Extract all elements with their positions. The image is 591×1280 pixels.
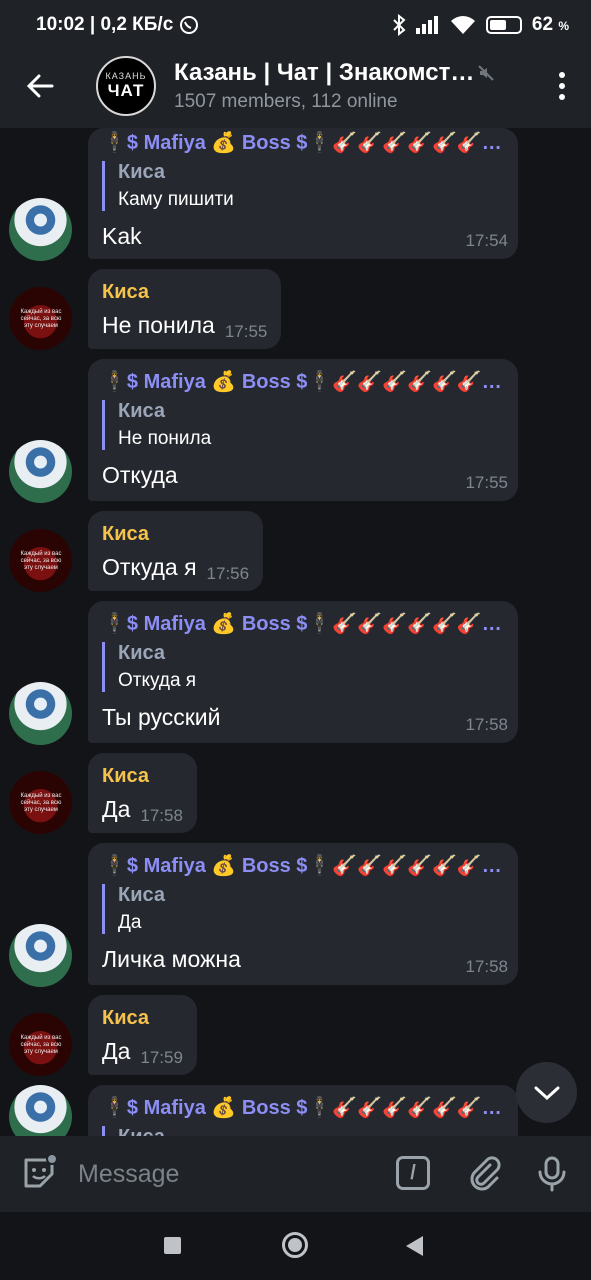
message-bubble[interactable]: 🕴$ Mafiya 💰 Boss $🕴🎸🎸🎸🎸🎸🎸… Киса: [88, 1085, 518, 1136]
sender-name[interactable]: 🕴$ Mafiya 💰 Boss $🕴🎸🎸🎸🎸🎸🎸…: [102, 1095, 504, 1120]
composer: /: [0, 1136, 591, 1212]
system-nav-bar: [0, 1212, 591, 1280]
avatar[interactable]: [9, 440, 72, 503]
avatar[interactable]: Каждый из вас сейчас, за всю эту случаем: [9, 529, 72, 592]
message-time: 17:55: [465, 473, 508, 492]
signal-icon: [415, 16, 438, 34]
avatar[interactable]: [9, 924, 72, 987]
avatar[interactable]: Каждый из вас сейчас, за всю эту случаем: [9, 771, 72, 834]
message-input[interactable]: [78, 1158, 378, 1190]
reply-quote[interactable]: Киса: [102, 1126, 504, 1136]
chevron-down-icon[interactable]: [534, 1085, 560, 1101]
sender-name[interactable]: Киса: [102, 765, 183, 788]
message-bubble[interactable]: 🕴$ Mafiya 💰 Boss $🕴🎸🎸🎸🎸🎸🎸… Киса Каму пиш…: [88, 128, 518, 259]
message-bubble[interactable]: 🕴$ Mafiya 💰 Boss $🕴🎸🎸🎸🎸🎸🎸… Киса Да Личка…: [88, 843, 518, 985]
sticker-badge: [46, 1153, 58, 1165]
chat-subtitle: 1507 members, 112 online: [174, 91, 398, 112]
message-text: Да: [102, 796, 131, 822]
message-text: Откуда: [102, 462, 178, 488]
message-time: 17:54: [465, 231, 508, 250]
message-bubble[interactable]: Киса Да 17:59: [88, 995, 197, 1075]
reply-quote[interactable]: Киса Каму пишити: [102, 161, 504, 211]
avatar[interactable]: Каждый из вас сейчас, за всю эту случаем: [9, 287, 72, 350]
sender-name[interactable]: 🕴$ Mafiya 💰 Boss $🕴🎸🎸🎸🎸🎸🎸…: [102, 130, 504, 155]
sender-name[interactable]: Киса: [102, 523, 249, 546]
attach-button[interactable]: [468, 1156, 502, 1197]
back-button[interactable]: [0, 44, 80, 128]
avatar[interactable]: [9, 198, 72, 261]
avatar[interactable]: [9, 682, 72, 745]
status-time: 10:02 | 0,2 КБ/с: [36, 14, 174, 35]
battery-icon: [485, 16, 522, 34]
status-bar: 10:02 | 0,2 КБ/с 62 %: [0, 0, 591, 50]
system-back-button[interactable]: [406, 1236, 423, 1256]
recents-button[interactable]: [164, 1237, 181, 1254]
viber-icon: [180, 16, 199, 34]
chat-avatar[interactable]: КАЗАНЬ ЧАТ: [96, 56, 156, 116]
home-button[interactable]: [282, 1232, 308, 1258]
message-time: 17:56: [206, 564, 250, 583]
reply-quote[interactable]: Киса Не понила: [102, 400, 504, 450]
mic-button[interactable]: [537, 1156, 567, 1197]
more-vertical-icon[interactable]: [559, 72, 565, 100]
mic-icon[interactable]: [537, 1156, 567, 1192]
wifi-icon: [450, 16, 475, 34]
mute-icon: [478, 65, 495, 81]
message-text: Kak: [102, 223, 142, 249]
attach-icon[interactable]: [468, 1156, 502, 1192]
message-list[interactable]: 🕴$ Mafiya 💰 Boss $🕴🎸🎸🎸🎸🎸🎸… Киса Каму пиш…: [0, 128, 591, 1136]
back-arrow-icon[interactable]: [26, 74, 54, 98]
avatar[interactable]: Каждый из вас сейчас, за всю эту случаем: [9, 1013, 72, 1076]
sender-name[interactable]: 🕴$ Mafiya 💰 Boss $🕴🎸🎸🎸🎸🎸🎸…: [102, 611, 504, 636]
chat-header: КАЗАНЬ ЧАТ Казань | Чат | Знакомст… 1507…: [0, 44, 591, 128]
battery-percent: 62 %: [531, 14, 569, 35]
sender-name[interactable]: Киса: [102, 281, 267, 304]
sender-name[interactable]: 🕴$ Mafiya 💰 Boss $🕴🎸🎸🎸🎸🎸🎸…: [102, 853, 504, 878]
message-time: 17:55: [224, 322, 268, 341]
message-text: Да: [102, 1038, 131, 1064]
avatar[interactable]: [9, 1085, 72, 1136]
message-bubble[interactable]: Киса Не понила 17:55: [88, 269, 282, 349]
sender-name[interactable]: 🕴$ Mafiya 💰 Boss $🕴🎸🎸🎸🎸🎸🎸…: [102, 369, 504, 394]
sender-name[interactable]: Киса: [102, 1007, 183, 1030]
message-text: Личка можна: [102, 946, 241, 972]
message-text: Ты русский: [102, 704, 221, 730]
reply-quote[interactable]: Киса Да: [102, 884, 504, 934]
message-text: Не понила: [102, 312, 215, 338]
scroll-down-button[interactable]: [516, 1062, 577, 1123]
bot-commands-button[interactable]: /: [396, 1156, 430, 1190]
bluetooth-icon: [393, 14, 406, 36]
chat-title: Казань | Чат | Знакомст…: [174, 59, 475, 86]
message-time: 17:58: [465, 715, 508, 734]
message-bubble[interactable]: Киса Да 17:58: [88, 753, 197, 833]
message-time: 17:58: [140, 806, 183, 825]
reply-quote[interactable]: Киса Откуда я: [102, 642, 504, 692]
message-time: 17:58: [465, 957, 508, 976]
message-text: Откуда я: [102, 554, 197, 580]
message-bubble[interactable]: Киса Откуда я 17:56: [88, 511, 264, 591]
message-bubble[interactable]: 🕴$ Mafiya 💰 Boss $🕴🎸🎸🎸🎸🎸🎸… Киса Не понил…: [88, 359, 518, 501]
message-bubble[interactable]: 🕴$ Mafiya 💰 Boss $🕴🎸🎸🎸🎸🎸🎸… Киса Откуда я…: [88, 601, 518, 743]
message-time: 17:59: [140, 1048, 183, 1067]
chat-info[interactable]: Казань | Чат | Знакомст… 1507 members, 1…: [174, 59, 504, 113]
